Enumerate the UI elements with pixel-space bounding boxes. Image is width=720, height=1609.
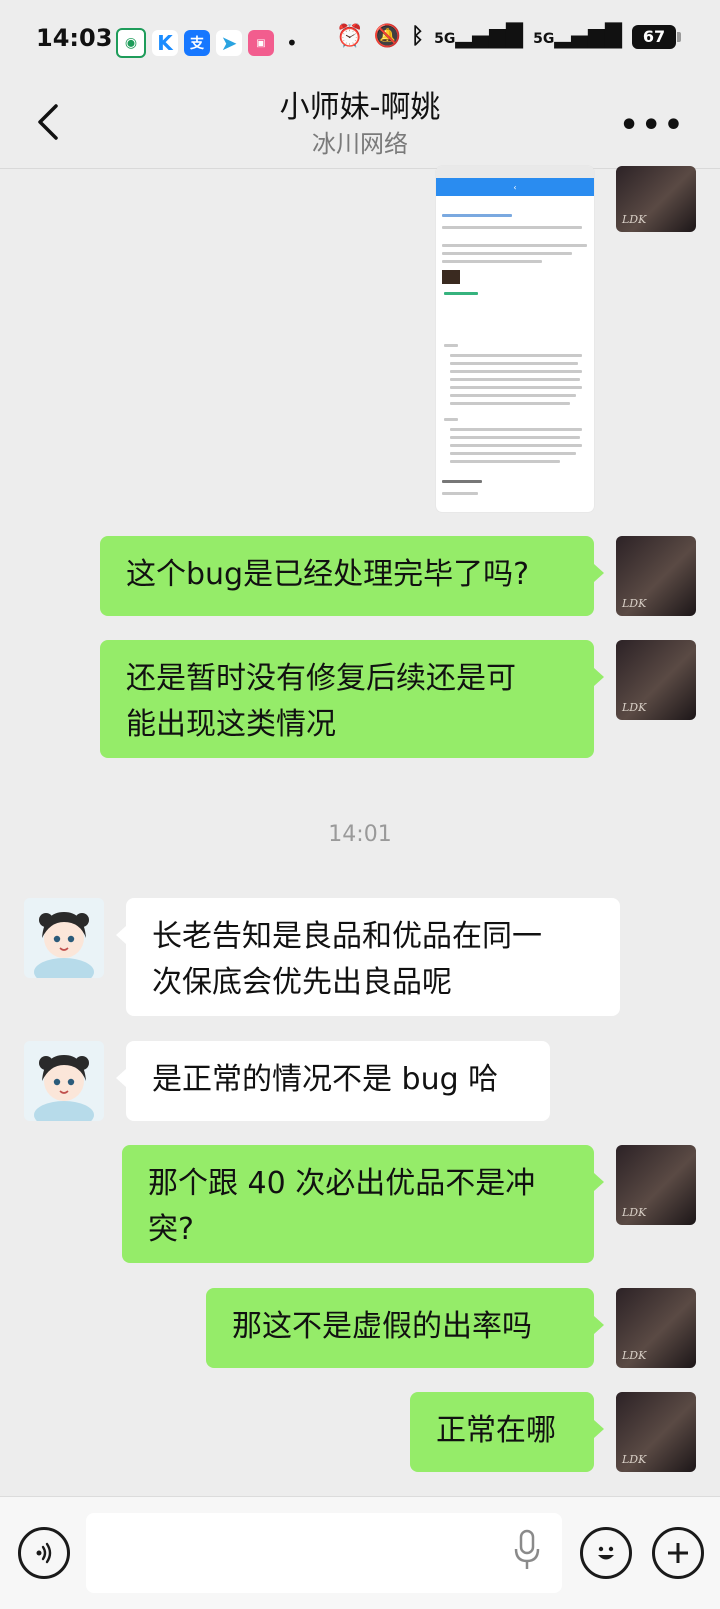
shared-screenshot-image[interactable]: ‹ (436, 166, 594, 512)
thumbnail-line (450, 452, 576, 455)
chat-title: 小师妹-啊姚 (279, 90, 441, 125)
message-timestamp: 14:01 (328, 822, 392, 847)
my-message-bubble[interactable]: 正常在哪 (410, 1392, 604, 1472)
thumbnail-line (442, 244, 587, 247)
signal-1-icon: 5G▂▄▆█ (434, 24, 524, 49)
thumbnail-line (444, 344, 458, 347)
my-avatar[interactable]: LDK (616, 166, 696, 232)
my-message-bubble[interactable]: 那个跟 40 次必出优品不是冲 突? (122, 1145, 604, 1263)
input-toolbar (0, 1496, 720, 1609)
contact-avatar[interactable] (24, 1041, 104, 1121)
message-input[interactable] (86, 1513, 562, 1593)
thumbnail-line (442, 492, 478, 495)
bilibili-app-icon: ▣ (248, 30, 274, 56)
thumbnail-line (450, 402, 570, 405)
thumbnail-line (450, 394, 576, 397)
my-message-bubble[interactable]: 还是暂时没有修复后续还是可 能出现这类情况 (100, 640, 604, 758)
thumbnail-line (442, 260, 542, 263)
thumbnail-status (444, 292, 478, 295)
thumbnail-line (450, 354, 582, 357)
contact-message-bubble[interactable]: 是正常的情况不是 bug 哈 (116, 1041, 550, 1121)
more-options-icon[interactable]: ••• (619, 108, 686, 143)
chat-header: 小师妹-啊姚 冰川网络 ••• (0, 82, 720, 169)
thumbnail-titlebar (436, 166, 594, 178)
status-time: 14:03 (36, 24, 113, 52)
emoji-icon[interactable] (580, 1527, 632, 1579)
voice-input-icon[interactable] (18, 1527, 70, 1579)
bank-app-icon: ◉ (116, 28, 146, 58)
my-avatar[interactable]: LDK (616, 1288, 696, 1368)
telegram-app-icon: ➤ (216, 30, 242, 56)
my-avatar[interactable]: LDK (616, 1145, 696, 1225)
add-attachment-icon[interactable] (652, 1527, 704, 1579)
thumbnail-line (442, 480, 482, 483)
anime-girl-icon (24, 898, 104, 978)
thumbnail-line (450, 444, 582, 447)
status-bar: 14:03 ◉ K 支 ➤ ▣ • ⏰ 🔕 ᛒ 5G▂▄▆█ 5G▂▄▆█ 67 (0, 0, 720, 82)
k-app-icon: K (152, 30, 178, 56)
battery-icon: 67 (632, 24, 681, 49)
signal-2-icon: 5G▂▄▆█ (533, 24, 622, 49)
thumbnail-line (442, 252, 572, 255)
thumbnail-line (450, 386, 582, 389)
contact-message-bubble[interactable]: 长老告知是良品和优品在同一 次保底会优先出良品呢 (116, 898, 620, 1016)
thumbnail-line (450, 362, 578, 365)
my-avatar[interactable]: LDK (616, 1392, 696, 1472)
thumbnail-line (442, 214, 512, 217)
more-notifications-dot: • (286, 31, 298, 55)
thumbnail-navbar: ‹ (436, 178, 594, 196)
my-message-bubble[interactable]: 这个bug是已经处理完毕了吗? (100, 536, 604, 616)
thumbnail-line (444, 418, 458, 421)
anime-girl-icon (24, 1041, 104, 1121)
thumbnail-line (450, 428, 582, 431)
my-avatar[interactable]: LDK (616, 640, 696, 720)
alipay-app-icon: 支 (184, 30, 210, 56)
thumbnail-line (450, 370, 582, 373)
thumbnail-small-image (442, 270, 460, 284)
system-icons: ⏰ 🔕 ᛒ 5G▂▄▆█ 5G▂▄▆█ 67 (336, 24, 681, 49)
thumbnail-line (450, 378, 580, 381)
microphone-icon[interactable] (512, 1525, 542, 1575)
contact-avatar[interactable] (24, 898, 104, 978)
notification-icons: ◉ K 支 ➤ ▣ • (116, 28, 298, 58)
my-avatar[interactable]: LDK (616, 536, 696, 616)
my-message-bubble[interactable]: 那这不是虚假的出率吗 (206, 1288, 604, 1368)
chat-subtitle: 冰川网络 (312, 130, 408, 158)
bluetooth-icon: ᛒ (410, 24, 425, 49)
thumbnail-line (450, 460, 560, 463)
thumbnail-line (442, 226, 582, 229)
thumbnail-line (450, 436, 580, 439)
alarm-icon: ⏰ (336, 24, 364, 49)
mute-icon: 🔕 (373, 24, 401, 49)
